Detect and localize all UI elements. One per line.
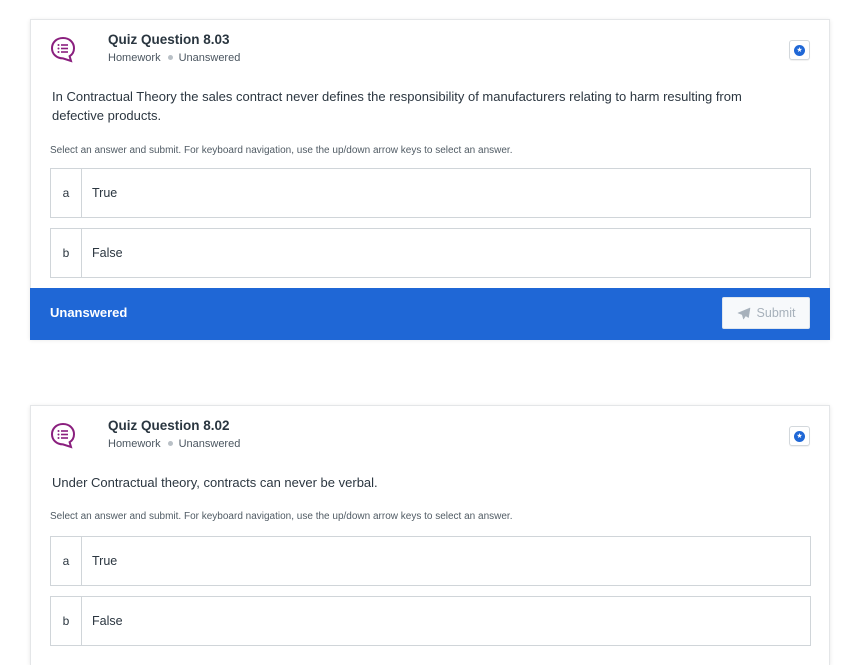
answer-instructions: Select an answer and submit. For keyboar…: [50, 511, 513, 522]
answer-instructions: Select an answer and submit. For keyboar…: [50, 145, 513, 156]
answer-option-b[interactable]: b False: [50, 596, 811, 646]
question-card: Quiz Question 8.02 Homework Unanswered ★ …: [30, 405, 830, 665]
answer-option-b[interactable]: b False: [50, 228, 811, 278]
question-chat-icon: [50, 422, 76, 449]
pin-button[interactable]: ★: [789, 426, 810, 446]
option-label: False: [92, 246, 123, 260]
question-state: Unanswered: [178, 52, 241, 64]
star-circle-icon: ★: [794, 44, 805, 56]
question-chat-icon: [50, 36, 76, 63]
option-letter: b: [51, 597, 82, 645]
answer-option-a[interactable]: a True: [50, 536, 811, 586]
pin-button[interactable]: ★: [789, 40, 810, 60]
submit-label: Submit: [756, 306, 796, 320]
question-meta: Homework Unanswered: [108, 52, 240, 64]
question-card: Quiz Question 8.03 Homework Unanswered ★ …: [30, 19, 830, 340]
question-text: In Contractual Theory the sales contract…: [52, 89, 742, 123]
meta-separator: [167, 441, 173, 447]
question-title: Quiz Question 8.02: [108, 418, 230, 433]
option-letter: a: [51, 169, 82, 217]
answer-option-a[interactable]: a True: [50, 168, 811, 218]
question-type: Homework: [108, 52, 161, 64]
question-meta: Homework Unanswered: [108, 438, 240, 450]
option-label: True: [92, 186, 118, 200]
question-title: Quiz Question 8.03: [108, 32, 230, 47]
question-state: Unanswered: [178, 438, 241, 450]
question-text: Under Contractual theory, contracts can …: [52, 475, 378, 490]
option-label: False: [92, 614, 123, 628]
option-letter: b: [51, 229, 82, 277]
paper-plane-icon: [737, 307, 750, 319]
answer-status: Unanswered: [50, 305, 128, 320]
status-bar: Unanswered Submit: [30, 288, 830, 340]
option-letter: a: [51, 537, 82, 585]
star-circle-icon: ★: [794, 430, 805, 442]
meta-separator: [167, 55, 173, 61]
option-label: True: [92, 554, 118, 568]
submit-button[interactable]: Submit: [722, 297, 810, 329]
question-type: Homework: [108, 438, 161, 450]
